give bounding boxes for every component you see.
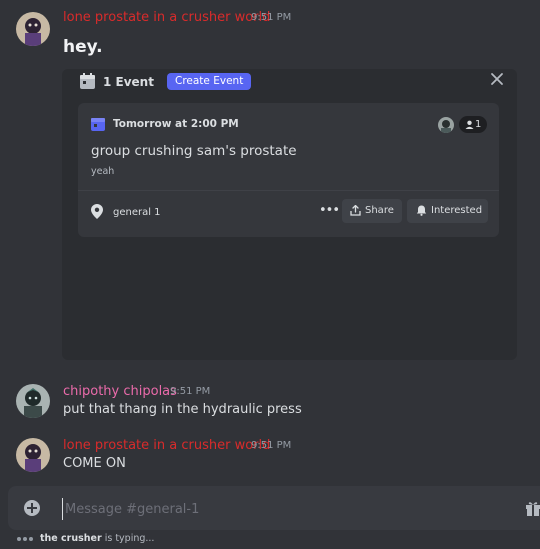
timestamp: 9:51 PM	[251, 12, 292, 23]
timestamp: 9:51 PM	[170, 386, 211, 397]
username[interactable]: lone prostate in a crusher world	[63, 438, 270, 453]
divider	[78, 190, 499, 191]
typing-user: the crusher	[40, 533, 102, 544]
event-time: Tomorrow at 2:00 PM	[113, 118, 239, 130]
message-text: hey.	[63, 37, 103, 57]
event-description: yeah	[91, 166, 115, 177]
event-count: 1 Event	[103, 75, 154, 89]
rsvp-count-badge: 1	[459, 116, 487, 133]
more-options-icon[interactable]: •••	[319, 203, 340, 218]
timestamp: 9:51 PM	[251, 440, 292, 451]
avatar[interactable]	[16, 438, 50, 472]
close-icon[interactable]	[490, 72, 504, 86]
bell-icon	[416, 205, 427, 216]
location-pin-icon	[91, 204, 103, 219]
typing-dots-icon	[17, 533, 35, 544]
share-button[interactable]: Share	[342, 199, 402, 223]
creator-avatar[interactable]	[438, 117, 454, 133]
message-text: put that thang in the hydraulic press	[63, 402, 302, 417]
events-panel: 1 Event Create Event Tomorrow at 2:00 PM…	[62, 69, 517, 360]
plus-circle-icon[interactable]	[24, 500, 40, 516]
message-composer	[8, 486, 540, 530]
share-label: Share	[365, 205, 394, 216]
event-location[interactable]: general 1	[113, 207, 161, 218]
message-input[interactable]	[62, 498, 487, 520]
event-card[interactable]: Tomorrow at 2:00 PM 1 group crushing sam…	[78, 103, 499, 237]
interested-label: Interested	[431, 205, 483, 216]
gift-icon[interactable]	[525, 500, 540, 516]
calendar-icon	[91, 118, 105, 131]
typing-suffix: is typing...	[101, 533, 155, 544]
username[interactable]: lone prostate in a crusher world	[63, 10, 270, 25]
message-text: COME ON	[63, 456, 126, 471]
interested-button[interactable]: Interested	[407, 199, 488, 223]
avatar[interactable]	[16, 12, 50, 46]
create-event-button[interactable]: Create Event	[167, 73, 252, 90]
avatar[interactable]	[16, 384, 50, 418]
username[interactable]: chipothy chipolas	[63, 384, 177, 399]
share-icon	[350, 205, 361, 216]
user-icon	[465, 120, 474, 129]
events-panel-header: 1 Event Create Event	[62, 69, 517, 97]
rsvp-count: 1	[475, 119, 482, 130]
event-title: group crushing sam's prostate	[91, 143, 297, 159]
typing-indicator: the crusher is typing...	[17, 533, 154, 547]
calendar-icon	[80, 73, 95, 89]
